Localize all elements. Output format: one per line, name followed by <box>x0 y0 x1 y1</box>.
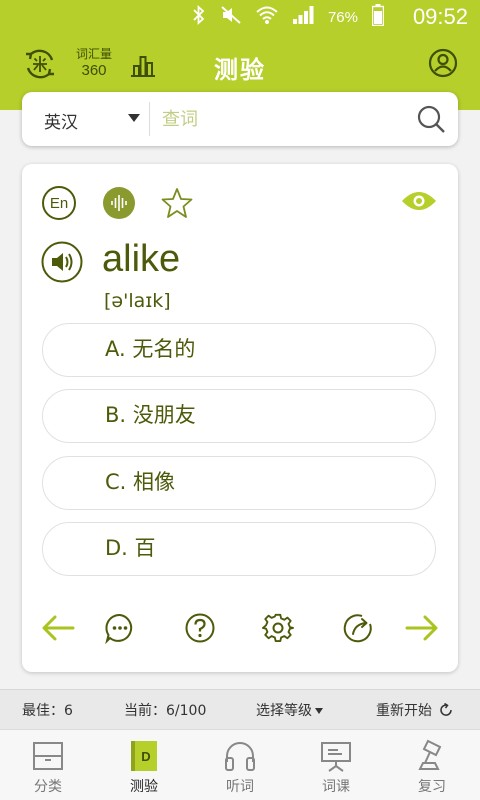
nav-item-listen[interactable]: 听词 <box>192 730 288 800</box>
answer-option-c[interactable]: C. 相像 <box>42 456 436 510</box>
quiz-book-icon: D <box>126 738 162 774</box>
nav-item-category[interactable]: 分类 <box>0 730 96 800</box>
battery-percent: 76% <box>327 8 358 26</box>
eye-icon[interactable] <box>400 186 438 216</box>
clock: 09:52 <box>412 4 468 29</box>
level-select-label: 选择等级 <box>256 703 312 719</box>
comment-icon[interactable] <box>102 610 138 646</box>
search-bar: 英汉 <box>22 92 458 146</box>
caret-down-icon <box>315 708 323 714</box>
answer-option-b[interactable]: B. 没朋友 <box>42 389 436 443</box>
dict-lang-select[interactable]: 英汉 <box>44 108 78 133</box>
lesson-board-icon <box>318 738 354 774</box>
settings-gear-icon[interactable] <box>260 610 296 646</box>
signal-icon <box>292 5 314 29</box>
page-title: 测验 <box>214 56 266 84</box>
share-icon[interactable] <box>340 610 376 646</box>
bottom-nav: 分类 D 测验 听词 词课 复习 <box>0 729 480 800</box>
svg-text:D: D <box>141 749 150 764</box>
card-actions <box>22 610 458 646</box>
nav-label: 听词 <box>226 779 254 795</box>
nav-item-lesson[interactable]: 词课 <box>288 730 384 800</box>
search-divider <box>149 102 150 136</box>
best-score: 最佳：6 <box>22 703 73 719</box>
folder-icon <box>30 738 66 774</box>
nav-item-review[interactable]: 复习 <box>384 730 480 800</box>
nav-label: 分类 <box>34 779 62 795</box>
star-icon[interactable] <box>160 186 194 220</box>
search-icon[interactable] <box>416 104 446 134</box>
lamp-icon <box>414 738 450 774</box>
quiz-card: En alike [ə'laɪk] A. 无名的 B. 没朋友 C. 相像 D.… <box>22 164 458 672</box>
arrow-left-icon[interactable] <box>40 610 76 646</box>
restart-button[interactable]: 重新开始 <box>376 700 453 720</box>
answer-option-d[interactable]: D. 百 <box>42 522 436 576</box>
speaker-icon[interactable] <box>40 240 84 284</box>
nav-item-quiz[interactable]: D 测验 <box>96 730 192 800</box>
refresh-icon <box>440 702 453 716</box>
bluetooth-icon <box>192 4 206 29</box>
search-input[interactable] <box>162 102 402 136</box>
level-select[interactable]: 选择等级 <box>256 700 323 720</box>
voice-wave-icon[interactable] <box>102 186 136 220</box>
current-progress: 当前：6/100 <box>124 703 207 719</box>
caret-down-icon[interactable] <box>128 114 140 122</box>
quiz-word: alike <box>102 238 181 280</box>
status-bar: 76% 09:52 <box>0 0 480 34</box>
mute-icon <box>220 5 242 29</box>
user-profile-icon[interactable] <box>426 46 460 80</box>
answer-option-a[interactable]: A. 无名的 <box>42 323 436 377</box>
restart-label: 重新开始 <box>376 703 432 719</box>
help-icon[interactable] <box>182 610 218 646</box>
nav-label: 复习 <box>418 779 446 795</box>
quiz-phonetic: [ə'laɪk] <box>104 290 171 312</box>
nav-label: 测验 <box>130 779 158 795</box>
arrow-right-icon[interactable] <box>404 610 440 646</box>
wifi-icon <box>256 5 278 29</box>
headphones-icon <box>222 738 258 774</box>
stats-bar: 最佳：6 当前：6/100 选择等级 重新开始 <box>0 689 480 729</box>
battery-icon <box>371 4 385 30</box>
lang-badge[interactable]: En <box>42 186 76 220</box>
nav-label: 词课 <box>322 779 350 795</box>
